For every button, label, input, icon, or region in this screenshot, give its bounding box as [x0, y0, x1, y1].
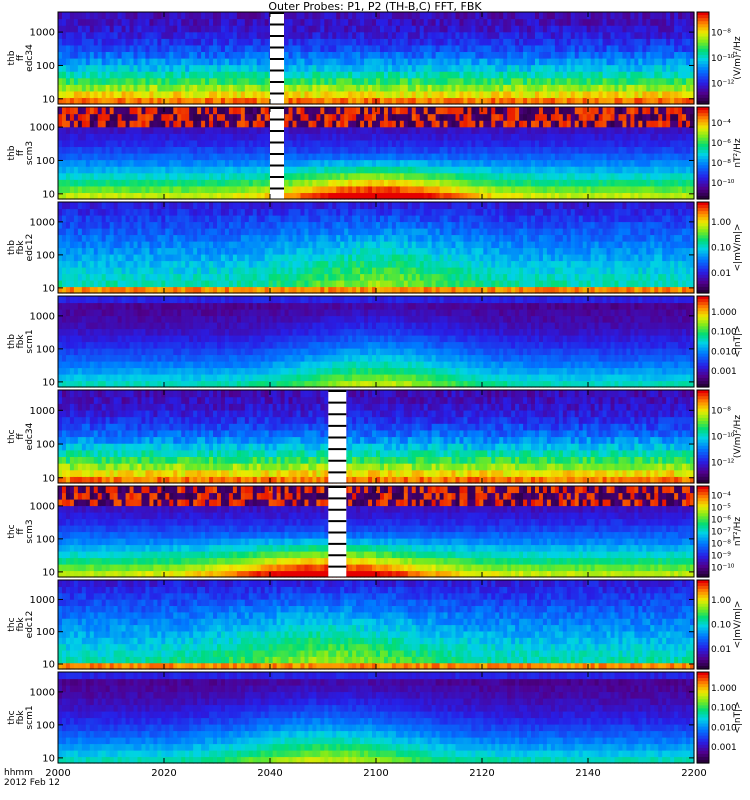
colorbar-tick-label: 10⁻¹⁰	[711, 54, 735, 64]
colorbar-tick-label: 1.000	[711, 684, 737, 694]
colorbar-tick-label: 10⁻⁶	[711, 139, 731, 149]
colorbar: 10⁻⁴ 10⁻⁶ 10⁻⁸ 10⁻¹⁰ nT²/Hz	[696, 106, 743, 200]
y-tick-label: 10	[42, 189, 55, 200]
spectrogram-figure: 101001000thbffedc3410⁻⁸10⁻¹⁰10⁻¹²(V/m)²/…	[7, 11, 743, 779]
y-axis-label: thbffscm3	[7, 141, 35, 165]
y-tick-label: 100	[36, 440, 55, 451]
colorbar-tick-label: 0.01	[711, 269, 731, 279]
y-tick-label: 1000	[30, 217, 55, 228]
y-tick-label: 100	[36, 344, 55, 355]
spectrogram-panel-6: 101001000thcffscm310⁻⁴10⁻⁵10⁻⁶10⁻⁷10⁻⁸10…	[7, 485, 743, 578]
colorbar-tick-label: 0.01	[711, 645, 731, 655]
x-tick-label: 2140	[575, 768, 600, 779]
y-tick-label: 1000	[30, 28, 55, 39]
y-tick-label: 1000	[30, 687, 55, 698]
colorbar-tick-label: 0.001	[711, 367, 737, 377]
colorbar: 1.00 0.10 0.01<|mV/m|>	[696, 579, 743, 670]
colorbar-tick-label: 10⁻⁸	[711, 539, 731, 549]
spectrogram-panel-3: 10 100 1000 thbfbkedc12 1.00 0.10 0.01<|mV/m|>	[7, 201, 743, 294]
y-axis-label: thcffscm3	[7, 519, 35, 543]
x-tick-label: 2040	[257, 768, 282, 779]
colorbar-tick-label: 10⁻⁴	[711, 492, 731, 502]
y-tick-label: 1000	[30, 406, 55, 417]
colorbar-tick-label: 10⁻¹⁰	[711, 563, 735, 573]
y-tick-label: 1000	[30, 595, 55, 606]
x-tick-label: 2100	[363, 768, 388, 779]
y-tick-label: 10	[42, 659, 55, 670]
y-tick-label: 10	[42, 567, 55, 578]
spectrogram-panel-8: 101001000thcfbkscm11.0000.1000.0100.001<…	[7, 671, 743, 764]
colorbar-tick-label: 10⁻¹²	[711, 458, 735, 468]
y-tick-label: 100	[36, 534, 55, 545]
colorbar-label: nT²/Hz	[733, 138, 743, 168]
colorbar-tick-label: 10⁻¹⁰	[711, 433, 735, 443]
colorbar-tick-label: 1.000	[711, 308, 737, 318]
y-tick-label: 100	[36, 250, 55, 261]
y-axis-label: thbffedc34	[7, 44, 35, 72]
colorbar-tick-label: 10⁻¹²	[711, 80, 735, 90]
colorbar-tick-label: 0.001	[711, 743, 737, 753]
colorbar-label: <|nT|>	[733, 701, 743, 733]
y-tick-label: 10	[42, 473, 55, 484]
y-tick-label: 100	[36, 61, 55, 72]
colorbar-tick-label: 10⁻⁹	[711, 551, 731, 561]
colorbar-tick-label: 0.10	[711, 621, 731, 631]
spectrogram-panel-1: 10 100 1000 thbffedc34 10⁻⁸ 10⁻¹⁰ 10⁻¹²(V/m)²/…	[7, 11, 743, 105]
y-axis-label: thbfbkscm1	[7, 329, 35, 353]
y-axis-label: thcfbkscm1	[7, 705, 35, 729]
colorbar-tick-label: 1.00	[711, 596, 731, 606]
colorbar-tick-label: 10⁻⁵	[711, 504, 731, 514]
y-tick-label: 10	[42, 94, 55, 105]
y-axis-label: thcffedc34	[7, 422, 35, 450]
y-axis-label: thcfbkedc12	[7, 611, 35, 639]
colorbar-tick-label: 0.10	[711, 244, 731, 254]
colorbar-tick-label: 10⁻⁴	[711, 119, 731, 129]
colorbar-label: nT²/Hz	[733, 517, 743, 547]
y-axis-label: thbfbkedc12	[7, 234, 35, 262]
y-tick-label: 100	[36, 720, 55, 731]
x-tick-label: 2020	[151, 768, 176, 779]
y-tick-label: 10	[42, 283, 55, 294]
colorbar-tick-label: 10⁻⁶	[711, 516, 731, 526]
colorbar: 1.0000.1000.0100.001<|nT|>	[696, 671, 743, 764]
colorbar: 10⁻⁸ 10⁻¹⁰ 10⁻¹²(V/m)²/Hz	[696, 389, 743, 484]
x-axis-time-label: hhmm	[4, 768, 33, 778]
y-tick-label: 1000	[30, 311, 55, 322]
spectrogram-panel-5: 10 100 1000 thcffedc34 10⁻⁸ 10⁻¹⁰ 10⁻¹²(V/m)²/…	[7, 389, 743, 484]
colorbar: 1.00 0.10 0.01<|mV/m|>	[696, 201, 743, 294]
colorbar: 10⁻⁴ 10⁻⁵ 10⁻⁶ 10⁻⁷10⁻⁸ 10⁻⁹ 10⁻¹⁰ nT²/Hz	[696, 485, 743, 578]
colorbar-label: <|nT|>	[733, 325, 743, 357]
x-tick-label: 2120	[469, 768, 494, 779]
y-tick-label: 10	[42, 753, 55, 764]
colorbar-tick-label: 10⁻⁸	[711, 159, 731, 169]
colorbar-label: (V/m)²/Hz	[733, 36, 743, 79]
colorbar: 1.0000.1000.0100.001<|nT|>	[696, 295, 743, 388]
y-tick-label: 1000	[30, 123, 55, 134]
y-tick-label: 100	[36, 156, 55, 167]
colorbar-label: (V/m)²/Hz	[733, 415, 743, 458]
colorbar-label: <|mV/m|>	[733, 224, 743, 272]
y-tick-label: 1000	[30, 501, 55, 512]
y-tick-label: 10	[42, 377, 55, 388]
y-tick-label: 100	[36, 627, 55, 638]
colorbar-label: <|mV/m|>	[733, 601, 743, 649]
colorbar-tick-label: 1.00	[711, 218, 731, 228]
colorbar: 10⁻⁸ 10⁻¹⁰ 10⁻¹²(V/m)²/Hz	[696, 11, 743, 105]
spectrogram-panel-7: 10 100 1000 thcfbkedc12 1.00 0.10 0.01<|mV/m|>	[7, 579, 743, 670]
spectrogram-panel-2: 10 100 1000 thbffscm3 10⁻⁴ 10⁻⁶ 10⁻⁸ 10⁻¹⁰ nT²/H…	[7, 106, 743, 200]
colorbar-tick-label: 10⁻¹⁰	[711, 179, 735, 189]
x-axis-date-label: 2012 Feb 12	[4, 778, 61, 788]
spectrogram-panel-4: 101001000thbfbkscm11.0000.1000.0100.001<…	[7, 295, 743, 388]
colorbar-tick-label: 10⁻⁷	[711, 528, 731, 538]
colorbar-tick-label: 10⁻⁸	[711, 407, 731, 417]
colorbar-tick-label: 10⁻⁸	[711, 28, 731, 38]
x-tick-label: 2200	[681, 768, 706, 779]
